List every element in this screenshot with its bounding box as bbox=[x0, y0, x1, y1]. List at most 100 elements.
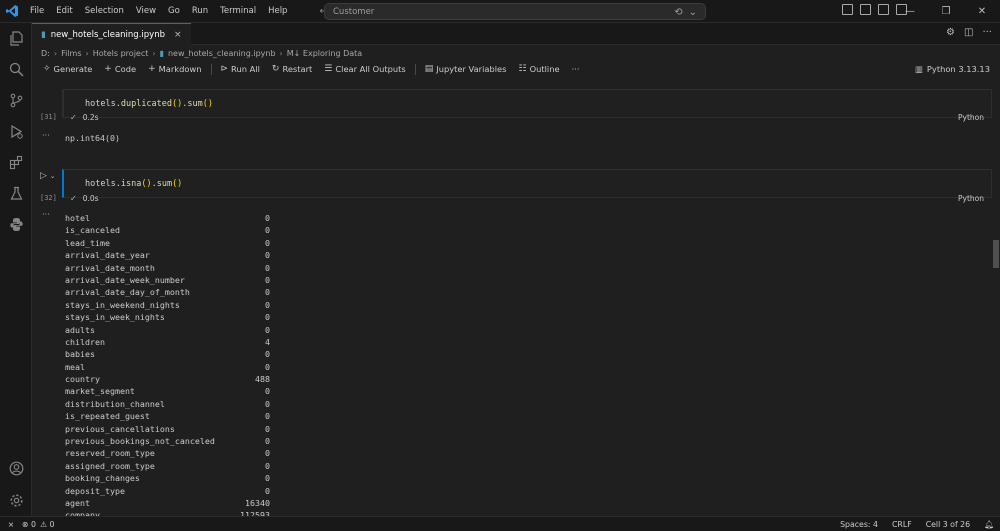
window-controls: — ❐ ✕ bbox=[892, 0, 1000, 23]
tab-label: new_hotels_cleaning.ipynb bbox=[50, 29, 165, 40]
minimize-icon[interactable]: — bbox=[892, 0, 928, 23]
outline-button[interactable]: ☷ Outline bbox=[513, 64, 564, 74]
output-row-label: booking_changes bbox=[65, 473, 140, 484]
output-row-label: assigned_room_type bbox=[65, 460, 155, 471]
output-row-value: 0 bbox=[265, 436, 270, 447]
output-row-label: deposit_type bbox=[65, 485, 125, 496]
output-row: stays_in_weekend_nights 0 bbox=[65, 299, 270, 311]
eol-status[interactable]: CRLF bbox=[892, 520, 912, 529]
markdown-label: Markdown bbox=[158, 64, 202, 74]
menu-terminal[interactable]: Terminal bbox=[214, 0, 262, 23]
output-row: babies 0 bbox=[65, 348, 270, 360]
cell-position-status[interactable]: Cell 3 of 26 bbox=[926, 520, 970, 529]
jupyter-variables-button[interactable]: ▤ Jupyter Variables bbox=[420, 64, 512, 74]
indentation-status[interactable]: Spaces: 4 bbox=[840, 520, 878, 529]
remote-indicator-icon[interactable]: ⨯ bbox=[0, 517, 22, 531]
menu-view[interactable]: View bbox=[130, 0, 162, 23]
restart-button[interactable]: ↻ Restart bbox=[267, 64, 317, 74]
add-code-button[interactable]: + Code bbox=[99, 64, 141, 74]
output-row-label: hotel bbox=[65, 213, 90, 223]
source-control-icon[interactable] bbox=[0, 85, 32, 116]
output-row: market_segment 0 bbox=[65, 385, 270, 397]
cell-status-bar: ✓ 0.2s Python bbox=[62, 111, 992, 123]
settings-gear-icon[interactable] bbox=[0, 485, 32, 516]
run-debug-icon[interactable] bbox=[0, 116, 32, 147]
output-row: deposit_type 0 bbox=[65, 485, 270, 497]
scrollbar[interactable] bbox=[992, 80, 1000, 516]
kernel-picker[interactable]: ▥ Python 3.13.13 bbox=[915, 61, 990, 77]
tab-notebook[interactable]: ▮ new_hotels_cleaning.ipynb × bbox=[32, 23, 191, 45]
breadcrumb-chevron-icon: › bbox=[152, 49, 156, 58]
clear-outputs-button[interactable]: ☰ Clear All Outputs bbox=[319, 64, 410, 74]
run-all-label: Run All bbox=[231, 64, 260, 74]
kernel-label: Python 3.13.13 bbox=[926, 64, 990, 74]
scrollbar-thumb[interactable] bbox=[993, 240, 999, 268]
breadcrumb-file[interactable]: new_hotels_cleaning.ipynb bbox=[168, 49, 276, 58]
split-editor-icon[interactable]: ◫ bbox=[964, 27, 973, 38]
chevron-down-icon[interactable]: ⌄ bbox=[689, 7, 697, 18]
run-all-button[interactable]: ⊳ Run All bbox=[216, 64, 265, 74]
more-actions-icon[interactable]: ··· bbox=[982, 27, 992, 38]
output-more-icon[interactable]: ··· bbox=[42, 131, 50, 140]
output-row-value: 488 bbox=[255, 374, 270, 385]
output-row: stays_in_week_nights 0 bbox=[65, 311, 270, 323]
notebook-file-icon: ▮ bbox=[41, 29, 46, 40]
breadcrumb-films[interactable]: Films bbox=[61, 49, 81, 58]
toggle-sidebar-icon[interactable] bbox=[860, 4, 871, 15]
output-row-value: 0 bbox=[265, 386, 270, 397]
testing-flask-icon[interactable] bbox=[0, 178, 32, 209]
breadcrumb-project[interactable]: Hotels project bbox=[93, 49, 149, 58]
close-window-icon[interactable]: ✕ bbox=[964, 0, 1000, 23]
output-row: company 112593 bbox=[65, 509, 270, 516]
menu-run[interactable]: Run bbox=[186, 0, 214, 23]
extensions-icon[interactable] bbox=[0, 147, 32, 178]
toggle-panel-icon[interactable] bbox=[878, 4, 889, 15]
problems-warnings[interactable]: ⚠ 0 bbox=[40, 520, 54, 529]
layout-editor-icon[interactable] bbox=[842, 4, 853, 15]
menu-help[interactable]: Help bbox=[262, 0, 293, 23]
output-row: is_repeated_guest 0 bbox=[65, 410, 270, 422]
output-row-value: 0 bbox=[265, 398, 270, 409]
cell-language[interactable]: Python bbox=[958, 113, 984, 122]
restore-icon[interactable]: ❐ bbox=[928, 0, 964, 23]
output-row-label: stays_in_weekend_nights bbox=[65, 299, 180, 310]
explorer-icon[interactable] bbox=[0, 23, 32, 54]
tab-close-icon[interactable]: × bbox=[174, 30, 182, 40]
menu-go[interactable]: Go bbox=[162, 0, 186, 23]
notifications-bell-icon[interactable]: 🔔︎ bbox=[984, 520, 994, 529]
output-row-value: 4 bbox=[265, 336, 270, 347]
breadcrumb-section[interactable]: M↓ Exploring Data bbox=[287, 49, 362, 58]
menu-selection[interactable]: Selection bbox=[79, 0, 130, 23]
problems-errors[interactable]: ⊗ 0 bbox=[22, 520, 36, 529]
copilot-icon[interactable]: ⟲ bbox=[674, 7, 682, 18]
toolbar-more-button[interactable]: ··· bbox=[567, 64, 585, 74]
output-row: arrival_date_month 0 bbox=[65, 262, 270, 274]
command-center[interactable]: Customer ⟲ ⌄ bbox=[324, 3, 706, 20]
success-check-icon: ✓ bbox=[70, 112, 77, 122]
menu-file[interactable]: File bbox=[24, 0, 50, 23]
output-row-label: country bbox=[65, 374, 100, 385]
output-row-label: babies bbox=[65, 349, 95, 360]
output-row-label: arrival_date_year bbox=[65, 250, 150, 261]
add-markdown-button[interactable]: + Markdown bbox=[143, 64, 206, 74]
python-icon[interactable] bbox=[0, 209, 32, 240]
output-row: distribution_channel 0 bbox=[65, 398, 270, 410]
breadcrumb-drive[interactable]: D: bbox=[41, 49, 50, 58]
output-more-icon[interactable]: ··· bbox=[42, 210, 50, 219]
execution-time: 0.2s bbox=[82, 112, 99, 122]
output-row-value: 0 bbox=[265, 448, 270, 459]
account-icon[interactable] bbox=[0, 453, 32, 484]
output-row-value: 0 bbox=[265, 324, 270, 335]
generate-button[interactable]: ✧ Generate bbox=[38, 64, 97, 74]
command-center-label: Customer bbox=[333, 6, 375, 17]
output-row-label: arrival_date_week_number bbox=[65, 274, 185, 285]
tab-actions: ⚙ ◫ ··· bbox=[946, 27, 992, 38]
menu-edit[interactable]: Edit bbox=[50, 0, 78, 23]
output-row-value: 0 bbox=[265, 237, 270, 248]
output-row: country 488 bbox=[65, 373, 270, 385]
status-bar: ⨯ ⊗ 0 ⚠ 0 Spaces: 4 CRLF Cell 3 of 26 🔔︎ bbox=[0, 516, 1000, 531]
notebook-settings-icon[interactable]: ⚙ bbox=[946, 27, 955, 38]
run-cell-icon[interactable]: ▷ ⌄ bbox=[40, 171, 56, 181]
cell-language[interactable]: Python bbox=[958, 194, 984, 203]
search-icon[interactable] bbox=[0, 54, 32, 85]
